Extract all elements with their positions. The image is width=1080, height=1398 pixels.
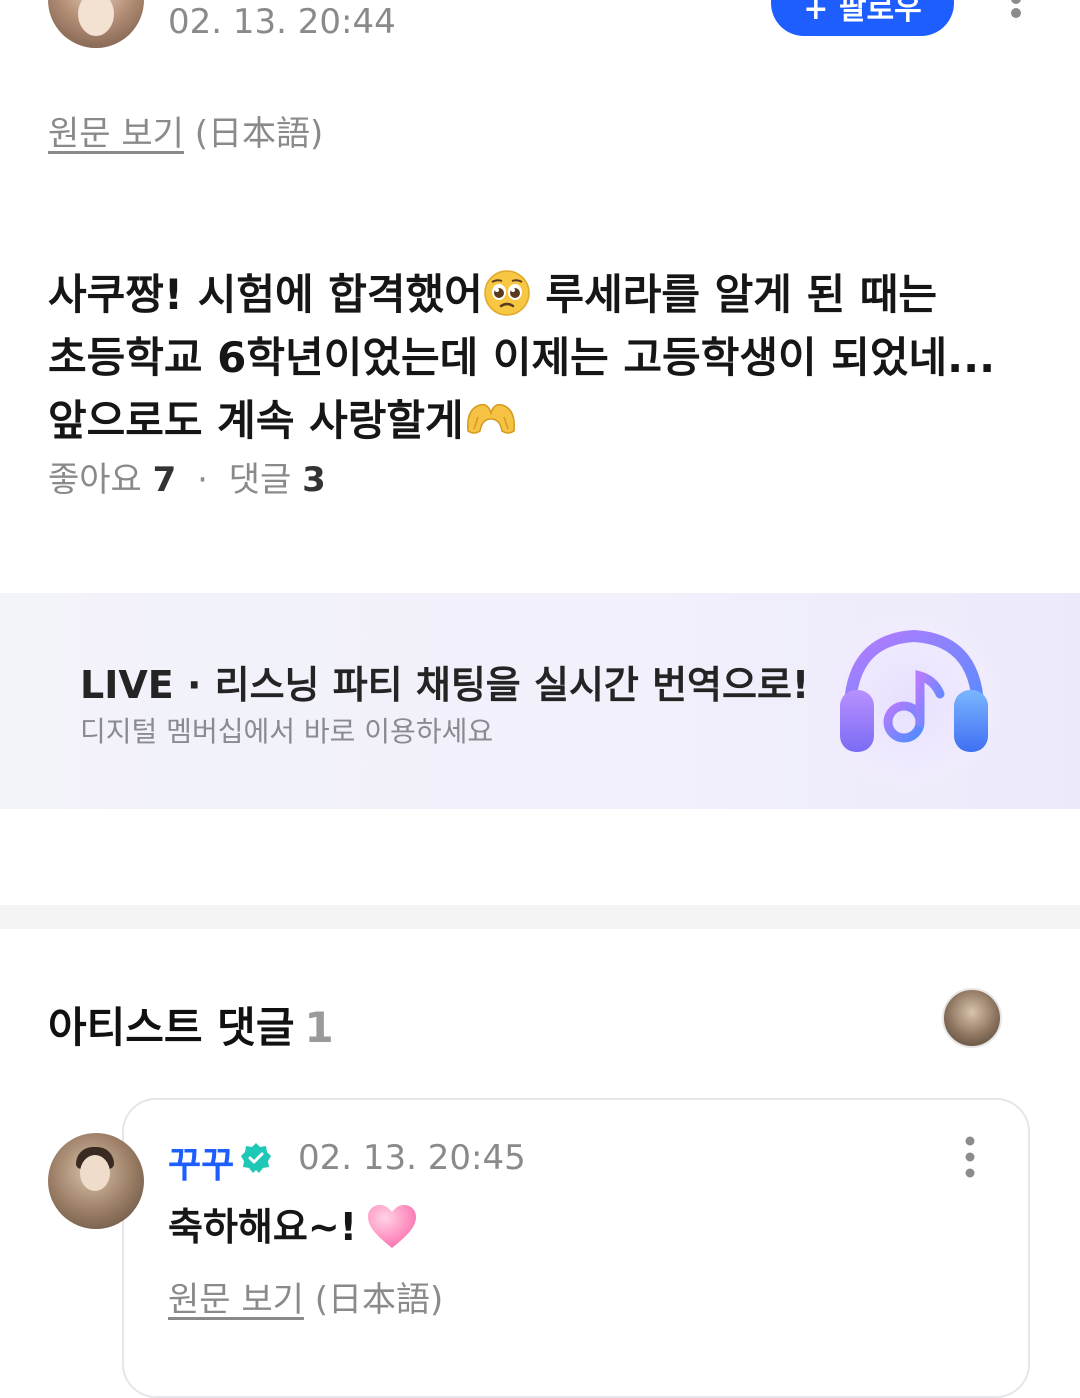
- comments-label[interactable]: 댓글: [229, 460, 292, 500]
- comment-view-original: 원문 보기 (日本語): [168, 1272, 443, 1321]
- follow-button[interactable]: + 팔로우: [771, 0, 954, 36]
- original-language: (日本語): [194, 114, 324, 154]
- comment-author-name[interactable]: 꾸꾸: [168, 1136, 234, 1188]
- heart-hands-emoji: [464, 395, 518, 443]
- view-original-link[interactable]: 원문 보기: [48, 114, 184, 154]
- likes-count: 7: [152, 460, 177, 500]
- post-body: 사쿠짱! 시험에 합격했어 루세라를 알게 된 때는 초등학교 6학년이었는데 …: [48, 200, 1038, 452]
- headphones-music-icon: [836, 626, 992, 756]
- more-options-icon[interactable]: [1002, 0, 1030, 32]
- section-divider: [0, 905, 1080, 929]
- comment-text: 축하해요~!: [168, 1205, 358, 1249]
- pleading-face-emoji: [483, 269, 531, 317]
- view-original: 원문 보기 (日本語): [48, 106, 323, 155]
- pink-heart-emoji: [367, 1204, 417, 1250]
- comment-view-original-link[interactable]: 원문 보기: [168, 1280, 304, 1320]
- post-text-line3: 앞으로도 계속 사랑할게: [48, 396, 464, 445]
- artist-comments-label: 아티스트 댓글: [48, 1003, 295, 1052]
- stats-separator: ·: [197, 460, 208, 500]
- artist-comments-title: 아티스트 댓글 1: [48, 994, 334, 1055]
- post-timestamp: 02. 13. 20:44: [168, 2, 396, 42]
- comment-body: 축하해요~!: [168, 1196, 417, 1251]
- post-stats: 좋아요 7 · 댓글 3: [48, 452, 326, 501]
- comment-author-avatar[interactable]: [48, 1133, 144, 1229]
- comment-timestamp: 02. 13. 20:45: [298, 1138, 526, 1178]
- artist-avatar-small[interactable]: [942, 988, 1002, 1048]
- post-text-line2: 초등학교 6학년이었는데 이제는 고등학생이 되었네...: [48, 333, 996, 382]
- post-text-line1b: 루세라를 알게 된 때는: [530, 270, 938, 319]
- comment-more-icon[interactable]: [958, 1136, 982, 1180]
- post-text-line1a: 사쿠짱! 시험에 합격했어: [48, 270, 483, 319]
- verified-badge-icon: [240, 1142, 272, 1174]
- likes-label[interactable]: 좋아요: [48, 460, 142, 500]
- author-avatar[interactable]: [48, 0, 144, 48]
- banner-subtitle: 디지털 멤버십에서 바로 이용하세요: [80, 715, 494, 748]
- comment-original-language: (日本語): [314, 1280, 444, 1320]
- banner-title: LIVE · 리스닝 파티 채팅을 실시간 번역으로!: [80, 663, 810, 707]
- artist-comments-count: 1: [304, 1003, 334, 1052]
- comments-count: 3: [302, 460, 326, 500]
